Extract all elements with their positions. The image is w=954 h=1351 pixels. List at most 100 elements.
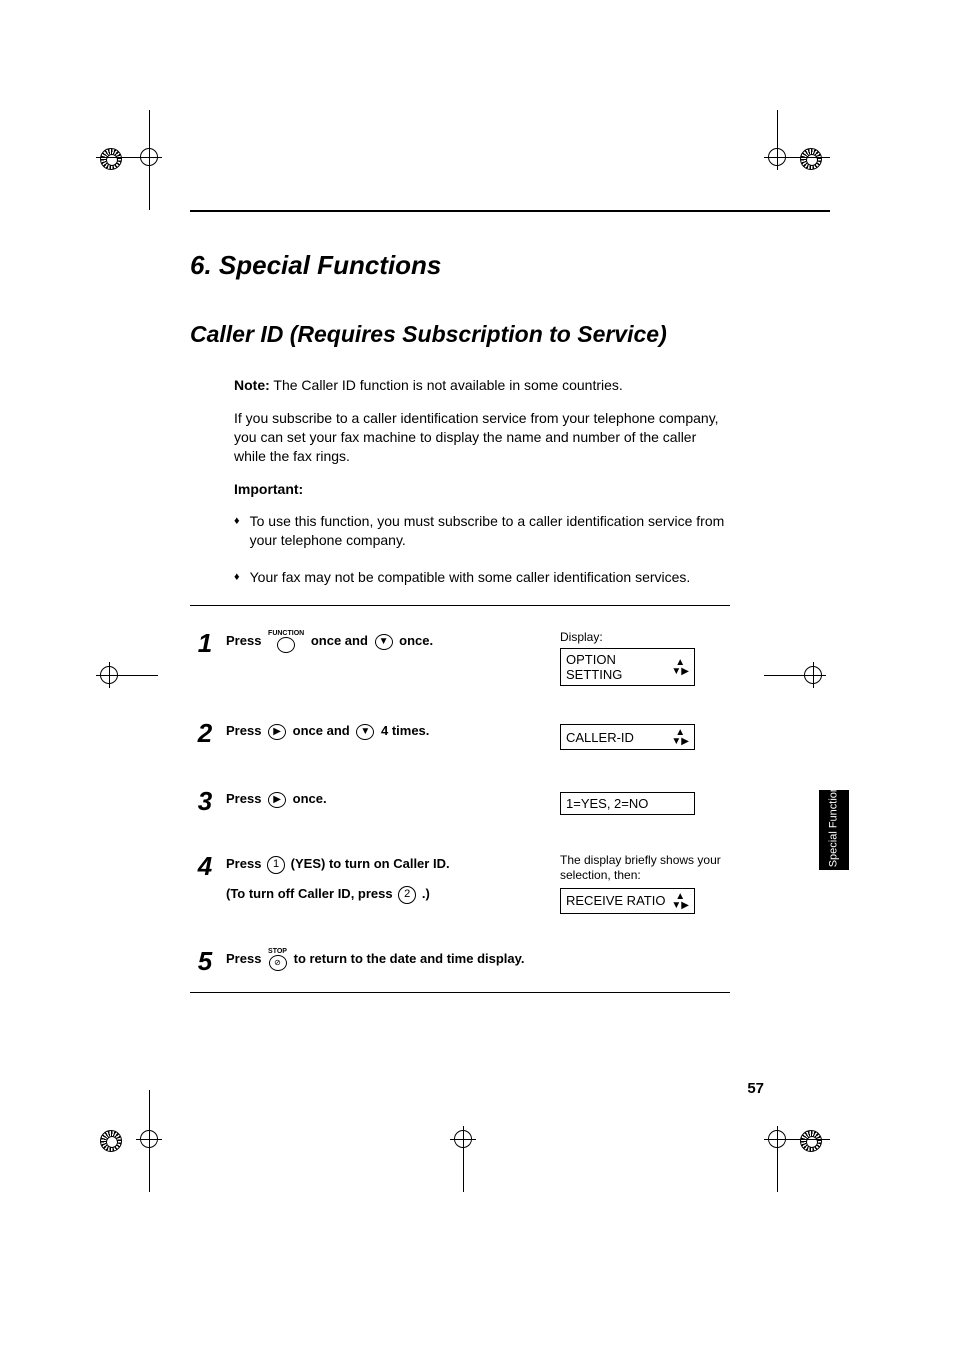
side-tab: 6. Special Functions xyxy=(819,790,849,870)
cropmark-line xyxy=(790,1139,830,1140)
step-text: .) xyxy=(422,886,430,901)
updown-right-icon: ▲▼▶ xyxy=(671,892,689,910)
step-display: The display briefly shows your selection… xyxy=(560,853,730,914)
step-text: once and xyxy=(311,633,372,648)
key-label: STOP xyxy=(268,948,287,955)
intro-text: If you subscribe to a caller identificat… xyxy=(234,409,730,466)
step-instruction: Press 1 (YES) to turn on Caller ID. (To … xyxy=(226,853,550,905)
key-1-icon: 1 xyxy=(267,856,285,874)
step-instruction: Press ▶ once. xyxy=(226,788,550,810)
right-key-icon: ▶ xyxy=(268,724,286,740)
step-number: 3 xyxy=(190,788,220,814)
lcd-text: RECEIVE RATIO xyxy=(566,893,665,908)
step-display: Display: OPTION SETTING ▲▼▶ xyxy=(560,630,730,686)
step-display: 1=YES, 2=NO xyxy=(560,788,730,815)
lcd-text: OPTION SETTING xyxy=(566,652,671,682)
bullet-text: To use this function, you must subscribe… xyxy=(250,512,730,550)
step-display: CALLER-ID ▲▼▶ xyxy=(560,720,730,750)
step-text: Press xyxy=(226,856,265,871)
lcd-box: RECEIVE RATIO ▲▼▶ xyxy=(560,888,695,914)
cropmark-line xyxy=(764,675,800,676)
step-number: 5 xyxy=(190,948,220,974)
step-instruction: Press STOP ⊘ to return to the date and t… xyxy=(226,948,550,971)
step-text: (YES) to turn on Caller ID. xyxy=(291,856,450,871)
cropmark-line xyxy=(149,110,150,144)
step-text: 4 times. xyxy=(381,723,429,738)
function-key-icon: FUNCTION xyxy=(268,630,304,653)
bullet-item: ♦ Your fax may not be compatible with so… xyxy=(234,568,730,587)
register-mark-icon xyxy=(800,148,822,170)
step-text: once. xyxy=(399,633,433,648)
step-number: 2 xyxy=(190,720,220,746)
lcd-box: OPTION SETTING ▲▼▶ xyxy=(560,648,695,686)
register-mark-icon xyxy=(100,148,122,170)
step-number: 1 xyxy=(190,630,220,656)
step-row: 5 Press STOP ⊘ to return to the date and… xyxy=(190,948,730,974)
note-text: The Caller ID function is not available … xyxy=(270,377,623,393)
page-number: 57 xyxy=(747,1080,764,1097)
step-instruction: Press FUNCTION once and ▼ once. xyxy=(226,630,550,653)
step-text: Press xyxy=(226,791,265,806)
lcd-text: 1=YES, 2=NO xyxy=(566,796,648,811)
crosshair-icon xyxy=(800,662,826,688)
crosshair-icon xyxy=(764,1126,790,1152)
right-glyph: ▶ xyxy=(268,724,286,740)
cropmark-line xyxy=(790,157,830,158)
step-text: once and xyxy=(293,723,354,738)
down-glyph: ▼ xyxy=(356,724,374,740)
register-mark-icon xyxy=(800,1130,822,1152)
updown-right-icon: ▲▼▶ xyxy=(671,728,689,746)
cropmark-line xyxy=(777,1152,778,1192)
right-key-icon: ▶ xyxy=(268,792,286,808)
register-mark-icon xyxy=(100,1130,122,1152)
stop-key-icon: STOP ⊘ xyxy=(268,948,287,971)
cropmark-line xyxy=(777,110,778,144)
crosshair-icon xyxy=(450,1126,476,1152)
updown-right-icon: ▲▼▶ xyxy=(671,658,689,676)
step-number: 4 xyxy=(190,853,220,879)
diamond-icon: ♦ xyxy=(234,570,240,585)
crosshair-icon xyxy=(136,144,162,170)
crosshair-icon xyxy=(764,144,790,170)
top-rule xyxy=(190,210,830,212)
crosshair-icon xyxy=(136,1126,162,1152)
bullet-text: Your fax may not be compatible with some… xyxy=(250,568,691,587)
page-content: 6. Special Functions Caller ID (Requires… xyxy=(190,250,730,993)
down-glyph: ▼ xyxy=(375,634,393,650)
lcd-box: 1=YES, 2=NO xyxy=(560,792,695,815)
step-text: Press xyxy=(226,723,265,738)
bullet-item: ♦ To use this function, you must subscri… xyxy=(234,512,730,550)
important-label: Important: xyxy=(234,480,730,499)
step-text: once. xyxy=(293,791,327,806)
step-instruction: Press ▶ once and ▼ 4 times. xyxy=(226,720,550,742)
cropmark-line xyxy=(149,1152,150,1192)
step-text: Press xyxy=(226,633,265,648)
cropmark-line xyxy=(96,157,136,158)
display-note: The display briefly shows your selection… xyxy=(560,853,730,882)
diamond-icon: ♦ xyxy=(234,514,240,529)
step-row: 4 Press 1 (YES) to turn on Caller ID. (T… xyxy=(190,853,730,914)
bullet-list: ♦ To use this function, you must subscri… xyxy=(234,512,730,587)
crosshair-icon xyxy=(96,662,122,688)
step-row: 2 Press ▶ once and ▼ 4 times. CALLER-ID … xyxy=(190,720,730,750)
lcd-box: CALLER-ID ▲▼▶ xyxy=(560,724,695,750)
step-text: to return to the date and time display. xyxy=(294,951,525,966)
step-row: 1 Press FUNCTION once and ▼ once. Displa… xyxy=(190,630,730,686)
side-tab-label: 6. Special Functions xyxy=(828,780,840,879)
display-label: Display: xyxy=(560,630,730,644)
cropmark-line xyxy=(149,170,150,210)
cropmark-line xyxy=(122,675,158,676)
key-label: FUNCTION xyxy=(268,630,304,637)
step-text: Press xyxy=(226,951,265,966)
steps-box: 1 Press FUNCTION once and ▼ once. Displa… xyxy=(190,605,730,993)
cropmark-line xyxy=(463,1152,464,1192)
down-key-icon: ▼ xyxy=(375,634,393,650)
step-text: (To turn off Caller ID, press xyxy=(226,886,396,901)
lcd-text: CALLER-ID xyxy=(566,730,634,745)
chapter-title: 6. Special Functions xyxy=(190,250,730,281)
down-key-icon: ▼ xyxy=(356,724,374,740)
note-label: Note: xyxy=(234,377,270,393)
right-glyph: ▶ xyxy=(268,792,286,808)
key-2-icon: 2 xyxy=(398,886,416,904)
note-line: Note: The Caller ID function is not avai… xyxy=(234,376,730,395)
